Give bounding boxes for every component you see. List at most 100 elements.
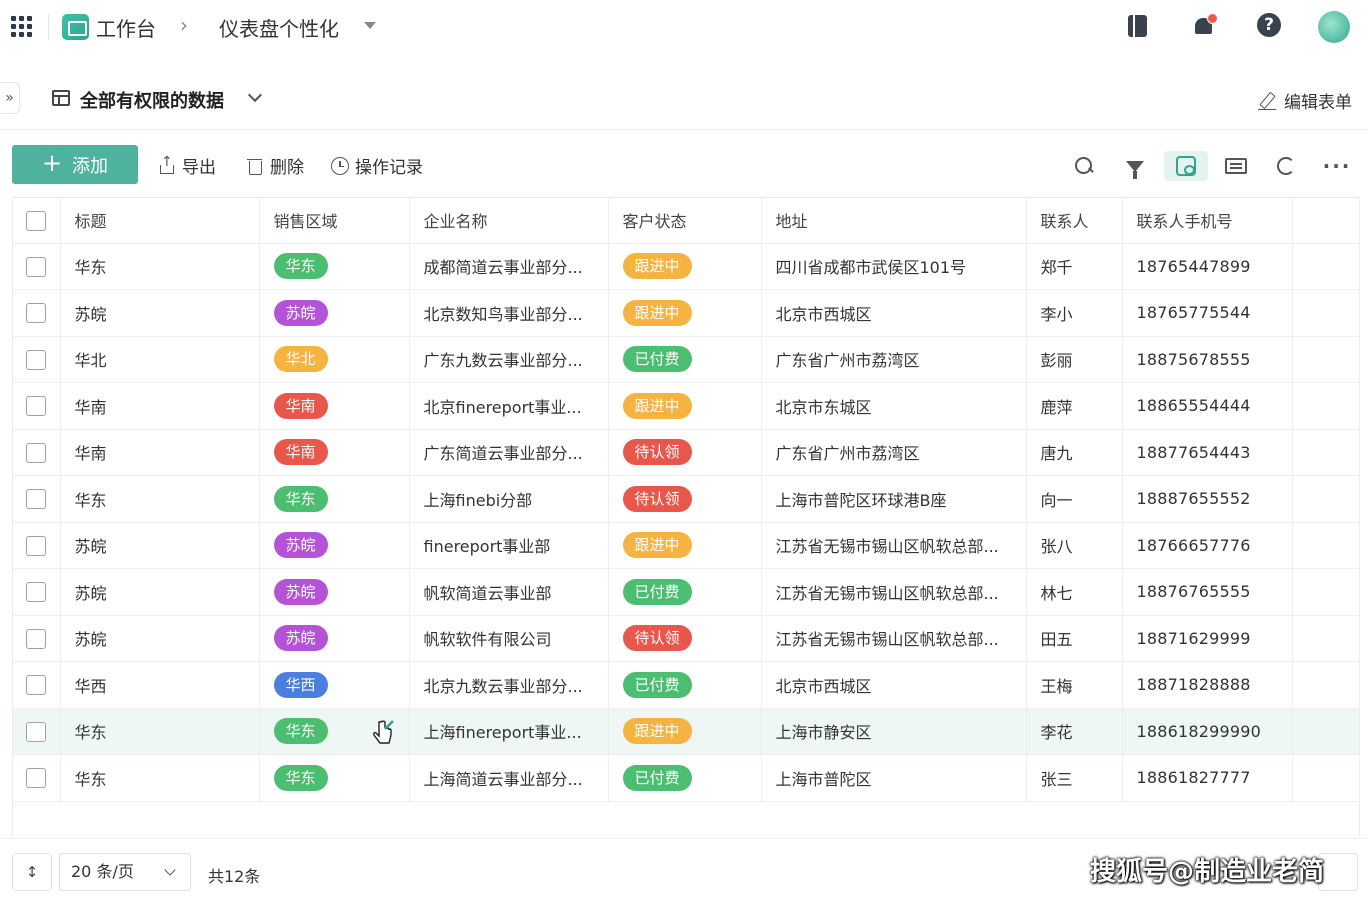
cell-region[interactable]: 苏皖 [259,568,410,616]
cell-company[interactable]: 上海finereport事业... [409,708,609,755]
cell-phone[interactable]: 18765775544 [1122,289,1293,337]
cell-contact[interactable]: 田五 [1026,615,1123,662]
cell-status[interactable]: 待认领 [608,429,762,476]
cell-title[interactable]: 华南 [60,382,260,430]
cell-title[interactable]: 华西 [60,661,260,709]
row-checkbox[interactable] [13,615,61,662]
cell-title[interactable]: 苏皖 [60,289,260,337]
cell-phone[interactable]: 18875678555 [1122,336,1293,383]
notification-bell-icon[interactable] [1191,13,1218,39]
table-row[interactable]: 华东 华东 成都简道云事业部分... 跟进中 四川省成都市武侯区101号 郑千 187654… [13,243,1360,290]
cell-contact[interactable]: 林七 [1026,568,1123,616]
cell-region[interactable]: 华东 [259,754,410,802]
row-checkbox[interactable] [13,475,61,523]
cell-phone[interactable]: 18887655552 [1122,475,1293,523]
cell-title[interactable]: 华东 [60,708,260,755]
cell-company[interactable]: 帆软软件有限公司 [409,615,609,662]
cell-address[interactable]: 上海市静安区 [761,708,1027,755]
row-checkbox[interactable] [13,568,61,616]
apps-grid-icon[interactable] [11,16,32,37]
table-row[interactable]: 苏皖 苏皖 帆软软件有限公司 待认领 江苏省无锡市锡山区帆软总部... 田五 1887162… [13,615,1360,662]
more-button[interactable]: ··· [1317,151,1357,181]
column-header[interactable]: 地址 [761,198,1027,244]
cell-status[interactable]: 已付费 [608,336,762,383]
cell-title[interactable]: 华东 [60,243,260,290]
row-checkbox[interactable] [13,382,61,430]
table-row[interactable]: 苏皖 苏皖 帆软简道云事业部 已付费 江苏省无锡市锡山区帆软总部... 林七 1887676… [13,568,1360,616]
cell-region[interactable]: 华东 [259,475,410,523]
cell-phone[interactable]: 18871629999 [1122,615,1293,662]
cell-status[interactable]: 跟进中 [608,243,762,290]
cell-address[interactable]: 北京市东城区 [761,382,1027,430]
cell-status[interactable]: 已付费 [608,568,762,616]
cell-title[interactable]: 苏皖 [60,522,260,569]
cell-title[interactable]: 苏皖 [60,568,260,616]
cell-title[interactable]: 华东 [60,475,260,523]
cell-company[interactable]: 成都简道云事业部分... [409,243,609,290]
view-selector[interactable]: 全部有权限的数据 [80,87,224,113]
table-row[interactable]: 华北 华北 广东九数云事业部分... 已付费 广东省广州市荔湾区 彭丽 1887567855… [13,336,1360,383]
cell-phone[interactable]: 18877654443 [1122,429,1293,476]
cell-title[interactable]: 华北 [60,336,260,383]
cell-address[interactable]: 江苏省无锡市锡山区帆软总部... [761,568,1027,616]
row-checkbox[interactable] [13,289,61,337]
row-checkbox[interactable] [13,336,61,383]
cell-address[interactable]: 北京市西城区 [761,289,1027,337]
cell-contact[interactable]: 郑千 [1026,243,1123,290]
column-header[interactable]: 销售区域 [259,198,410,244]
row-checkbox[interactable] [13,429,61,476]
cell-phone[interactable]: 18861827777 [1122,754,1293,802]
cell-status[interactable]: 已付费 [608,754,762,802]
cell-company[interactable]: finereport事业部 [409,522,609,569]
cell-phone[interactable]: 18765447899 [1122,243,1293,290]
refresh-button[interactable] [1266,151,1306,181]
table-row[interactable]: 华东 华东 上海finereport事业... 跟进中 上海市静安区 李花 18861829… [13,708,1360,755]
cell-address[interactable]: 上海市普陀区 [761,754,1027,802]
cell-region[interactable]: 华北 [259,336,410,383]
row-checkbox[interactable] [13,243,61,290]
table-row[interactable]: 华南 华南 北京finereport事业... 跟进中 北京市东城区 鹿萍 18865554… [13,382,1360,430]
table-row[interactable]: 华西 华西 北京九数云事业部分... 已付费 北京市西城区 王梅 18871828888 [13,661,1360,709]
column-header[interactable]: 客户状态 [608,198,762,244]
app-name[interactable]: 工作台 [96,13,156,42]
cell-region[interactable]: 华东 [259,243,410,290]
cell-region[interactable]: 华南 [259,429,410,476]
dashboard-name[interactable]: 仪表盘个性化 [219,13,339,42]
add-button[interactable]: + 添加 [12,145,138,184]
export-button[interactable]: 导出 [158,153,216,178]
cell-contact[interactable]: 王梅 [1026,661,1123,709]
cell-phone[interactable]: 18766657776 [1122,522,1293,569]
cell-status[interactable]: 跟进中 [608,708,762,755]
page-size-select[interactable]: 20 条/页 [59,853,191,891]
cell-contact[interactable]: 李花 [1026,708,1123,755]
cell-company[interactable]: 北京finereport事业... [409,382,609,430]
app-logo-icon[interactable] [62,14,89,40]
cell-address[interactable]: 北京市西城区 [761,661,1027,709]
book-icon[interactable] [1125,13,1151,39]
caret-down-icon[interactable] [364,22,376,29]
cell-company[interactable]: 上海简道云事业部分... [409,754,609,802]
table-row[interactable]: 华东 华东 上海简道云事业部分... 已付费 上海市普陀区 张三 18861827777 [13,754,1360,802]
cell-contact[interactable]: 彭丽 [1026,336,1123,383]
cell-address[interactable]: 四川省成都市武侯区101号 [761,243,1027,290]
cell-address[interactable]: 江苏省无锡市锡山区帆软总部... [761,615,1027,662]
cell-status[interactable]: 已付费 [608,661,762,709]
search-button[interactable] [1064,151,1104,181]
table-row[interactable]: 苏皖 苏皖 北京数知鸟事业部分... 跟进中 北京市西城区 李小 18765775544 [13,289,1360,337]
history-button[interactable]: 操作记录 [331,153,423,178]
cell-region[interactable]: 华西 [259,661,410,709]
cell-phone[interactable]: 18865554444 [1122,382,1293,430]
cell-contact[interactable]: 李小 [1026,289,1123,337]
row-checkbox[interactable] [13,708,61,755]
cell-company[interactable]: 北京九数云事业部分... [409,661,609,709]
cell-company[interactable]: 上海finebi分部 [409,475,609,523]
cell-status[interactable]: 跟进中 [608,522,762,569]
cell-region[interactable]: 苏皖 [259,289,410,337]
table-row[interactable]: 华南 华南 广东简道云事业部分... 待认领 广东省广州市荔湾区 唐九 1887765444… [13,429,1360,476]
cell-title[interactable]: 华南 [60,429,260,476]
edit-form-button[interactable]: 编辑表单 [1258,88,1352,113]
select-all-checkbox[interactable] [13,198,61,244]
cell-region[interactable]: 华南 [259,382,410,430]
cell-contact[interactable]: 鹿萍 [1026,382,1123,430]
cell-status[interactable]: 跟进中 [608,382,762,430]
